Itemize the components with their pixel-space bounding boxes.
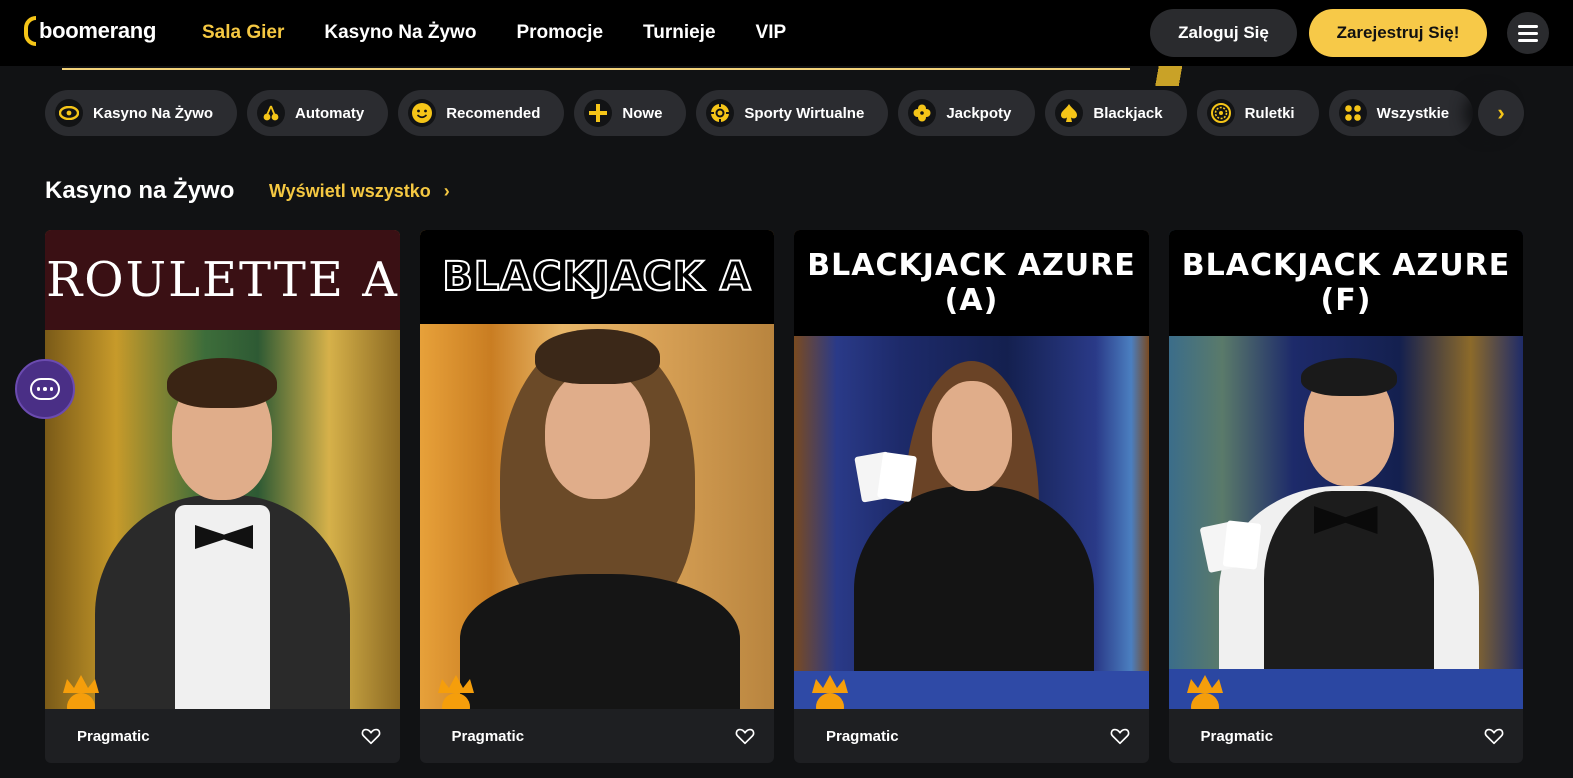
- game-title: BLACKJACK AZURE (F): [1181, 248, 1511, 318]
- game-title-banner: ROULETTE A: [45, 230, 400, 330]
- category-recomended[interactable]: Recomended: [398, 90, 565, 136]
- menu-line: [1518, 38, 1538, 42]
- category-label: Jackpoty: [946, 104, 1012, 122]
- plus-icon: [584, 99, 613, 127]
- chevron-right-icon: ›: [443, 181, 450, 201]
- nav-sala-gier[interactable]: Sala Gier: [202, 22, 284, 44]
- pragmatic-logo-icon: [437, 675, 474, 709]
- game-title-banner: BLACKJACK AZURE (A): [794, 230, 1149, 336]
- category-label: Blackjack: [1093, 104, 1163, 122]
- dealer-image: [420, 324, 775, 709]
- category-ruletki[interactable]: Ruletki: [1196, 90, 1319, 136]
- chevron-right-icon[interactable]: ›: [1478, 90, 1524, 136]
- game-card[interactable]: BLACKJACK AZURE (F) Pragmatic: [1168, 230, 1524, 763]
- heart-icon[interactable]: [360, 725, 382, 747]
- dealer-image: [1168, 336, 1523, 709]
- roulette-icon: [1206, 99, 1235, 127]
- provider-name: Pragmatic: [826, 727, 899, 745]
- banner-decoration: [1140, 66, 1230, 86]
- game-card[interactable]: BLACKJACK AZURE (A) Pragmatic: [794, 230, 1149, 763]
- category-label: Recomended: [446, 104, 541, 122]
- section-title: Kasyno na Żywo: [45, 177, 235, 204]
- grid-icon: [1338, 99, 1367, 127]
- game-thumbnail[interactable]: BLACKJACK AZURE (A): [794, 230, 1149, 709]
- game-title-banner: BLACKJACK AZURE (F): [1168, 230, 1523, 336]
- game-title: ROULETTE A: [46, 252, 399, 308]
- cherries-icon: [257, 99, 286, 127]
- category-label: Wszystkie: [1376, 104, 1450, 122]
- smiley-icon: [408, 99, 437, 127]
- nav-promocje[interactable]: Promocje: [516, 22, 603, 44]
- top-header: boomerang Sala Gier Kasyno Na Żywo Promo…: [0, 0, 1573, 66]
- dealer-image: [45, 330, 400, 709]
- live-chat-button[interactable]: [15, 359, 75, 419]
- main-nav: Sala Gier Kasyno Na Żywo Promocje Turnie…: [202, 0, 786, 66]
- promo-banner-edge: [0, 66, 1573, 86]
- register-button[interactable]: Zarejestruj Się!: [1309, 9, 1487, 57]
- category-label: Nowe: [622, 104, 663, 122]
- pragmatic-logo-icon: [1186, 675, 1223, 709]
- game-title: BLACKJACK AZURE (A): [807, 248, 1136, 318]
- dealer-image: [794, 336, 1149, 709]
- provider-name: Pragmatic: [451, 727, 525, 745]
- game-title: BLACKJACK A: [441, 253, 752, 301]
- pragmatic-logo-icon: [812, 675, 848, 709]
- category-sporty-wirtualne[interactable]: Sporty Wirtualne: [696, 90, 889, 136]
- pragmatic-logo-icon: [63, 675, 99, 709]
- game-card-footer: Pragmatic: [45, 709, 400, 763]
- category-automaty[interactable]: Automaty: [247, 90, 389, 136]
- category-kasyno-na-zywo[interactable]: Kasyno Na Żywo: [45, 90, 238, 136]
- view-all-label: Wyświetl wszystko: [269, 181, 431, 201]
- game-thumbnail[interactable]: BLACKJACK AZURE (F): [1168, 230, 1523, 709]
- chip-icon: [706, 99, 735, 127]
- provider-name: Pragmatic: [1200, 727, 1274, 745]
- category-label: Ruletki: [1244, 104, 1295, 122]
- heart-icon[interactable]: [734, 725, 756, 747]
- game-card-footer: Pragmatic: [420, 709, 775, 763]
- game-title-banner: BLACKJACK A: [419, 230, 774, 324]
- provider-name: Pragmatic: [77, 727, 150, 745]
- menu-line: [1518, 31, 1538, 35]
- nav-turnieje[interactable]: Turnieje: [643, 22, 716, 44]
- banner-divider: [62, 68, 1130, 70]
- nav-vip[interactable]: VIP: [756, 22, 787, 44]
- eye-icon: [55, 99, 83, 127]
- logo-text: boomerang: [39, 18, 157, 43]
- hamburger-menu-button[interactable]: [1507, 12, 1549, 54]
- game-card-footer: Pragmatic: [794, 709, 1149, 763]
- clover-icon: [908, 99, 937, 127]
- game-thumbnail[interactable]: BLACKJACK A: [419, 230, 775, 709]
- category-blackjack[interactable]: Blackjack: [1045, 90, 1187, 136]
- heart-icon[interactable]: [1483, 725, 1505, 747]
- category-label: Automaty: [295, 104, 365, 122]
- heart-icon[interactable]: [1109, 725, 1131, 747]
- category-nowe[interactable]: Nowe: [574, 90, 687, 136]
- brand-logo[interactable]: boomerang: [24, 16, 156, 46]
- category-label: Kasyno Na Żywo: [93, 104, 214, 122]
- game-thumbnail[interactable]: ROULETTE A: [45, 230, 400, 709]
- category-bar: Kasyno Na Żywo Automaty Recomended Nowe …: [45, 90, 1523, 136]
- view-all-link[interactable]: Wyświetl wszystko ›: [269, 181, 450, 202]
- login-button[interactable]: Zaloguj Się: [1150, 9, 1297, 57]
- category-label: Sporty Wirtualne: [744, 104, 865, 122]
- game-grid: ROULETTE A Pragmatic BLACKJACK A Pragmat…: [45, 230, 1523, 763]
- chat-icon: [30, 378, 60, 400]
- game-card-footer: Pragmatic: [1169, 709, 1524, 763]
- game-card[interactable]: ROULETTE A Pragmatic: [45, 230, 400, 763]
- boomerang-logo-icon: [24, 16, 36, 46]
- menu-line: [1518, 24, 1538, 28]
- spade-icon: [1055, 99, 1084, 127]
- nav-kasyno-na-zywo[interactable]: Kasyno Na Żywo: [324, 22, 476, 44]
- category-wszystkie[interactable]: Wszystkie: [1328, 90, 1474, 136]
- category-jackpoty[interactable]: Jackpoty: [898, 90, 1036, 136]
- game-card[interactable]: BLACKJACK A Pragmatic: [419, 230, 775, 763]
